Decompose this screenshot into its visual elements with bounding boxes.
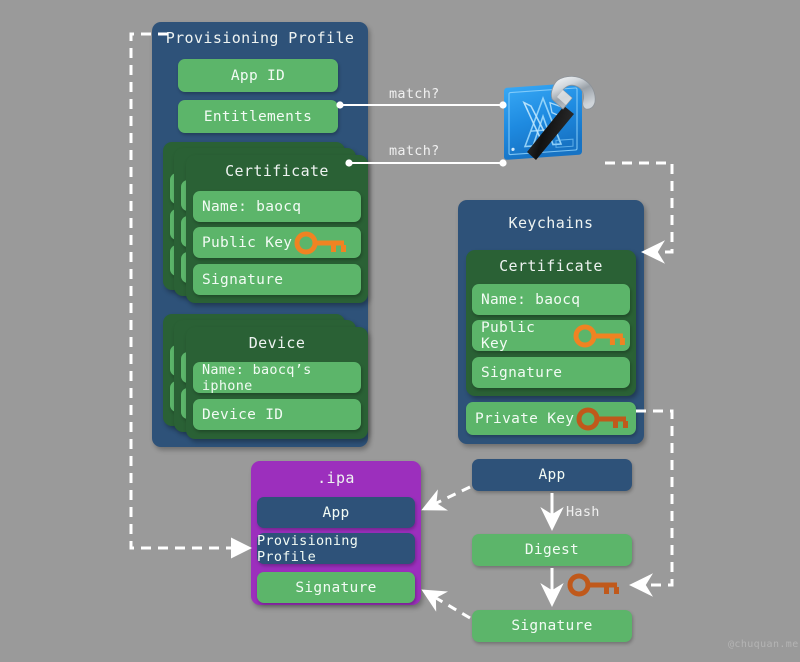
key-icon xyxy=(573,324,626,347)
certificate-title: Certificate xyxy=(225,162,329,180)
key-icon xyxy=(567,573,619,597)
ipa-app-row[interactable]: App xyxy=(257,497,415,528)
keychains-title: Keychains xyxy=(508,214,594,232)
keychains-certificate-title: Certificate xyxy=(499,257,603,275)
key-icon xyxy=(294,231,347,254)
hash-label: Hash xyxy=(566,504,600,520)
private-key-label: Private Key xyxy=(475,410,575,427)
certificate-public-key-row[interactable]: Public Key xyxy=(193,227,361,258)
signing-signature-box[interactable]: Signature xyxy=(472,610,632,642)
certificate-name-label: Name: baocq xyxy=(202,198,302,215)
signing-app-box[interactable]: App xyxy=(472,459,632,491)
keychains-certificate-signature-label: Signature xyxy=(481,364,563,381)
ipa-signature-label: Signature xyxy=(295,579,377,596)
xcode-icon[interactable] xyxy=(500,72,602,164)
provisioning-profile-title: Provisioning Profile xyxy=(165,29,355,47)
keychains-certificate-name-row[interactable]: Name: baocq xyxy=(472,284,630,315)
keychains-certificate-public-key-label: Public Key xyxy=(481,319,536,352)
ipa-provisioning-profile-label: Provisioning Profile xyxy=(257,532,359,565)
signing-app-label: App xyxy=(538,467,566,483)
device-name-label: Name: baocq’s iphone xyxy=(202,361,312,394)
diagram-canvas: Provisioning Profile App ID Entitlements… xyxy=(0,0,800,662)
device-id-label: Device ID xyxy=(202,406,284,423)
ipa-signature-row[interactable]: Signature xyxy=(257,572,415,603)
keychains-certificate-name-label: Name: baocq xyxy=(481,291,581,308)
device-title: Device xyxy=(248,334,306,352)
app-id-label: App ID xyxy=(230,67,286,84)
keychains-certificate-public-key-row[interactable]: Public Key xyxy=(472,319,630,352)
certificate-public-key-label: Public Key xyxy=(202,234,293,251)
app-id-row[interactable]: App ID xyxy=(178,59,338,92)
entitlements-label: Entitlements xyxy=(203,108,313,125)
ipa-provisioning-profile-row[interactable]: Provisioning Profile xyxy=(257,532,415,565)
keychains-certificate-signature-row[interactable]: Signature xyxy=(472,357,630,388)
watermark: @chuquan.me xyxy=(728,639,799,650)
certificate-signature-label: Signature xyxy=(202,271,284,288)
certificate-name-row[interactable]: Name: baocq xyxy=(193,191,361,222)
certificate-signature-row[interactable]: Signature xyxy=(193,264,361,295)
match-label-top: match? xyxy=(389,86,440,102)
private-key-row[interactable]: Private Key xyxy=(466,402,636,435)
device-id-row[interactable]: Device ID xyxy=(193,399,361,430)
ipa-title: .ipa xyxy=(317,469,355,487)
device-name-row[interactable]: Name: baocq’s iphone xyxy=(193,361,361,394)
signing-digest-label: Digest xyxy=(524,542,580,558)
signing-signature-label: Signature xyxy=(511,618,593,634)
match-label-bottom: match? xyxy=(389,143,440,159)
key-icon xyxy=(576,407,629,430)
entitlements-row[interactable]: Entitlements xyxy=(178,100,338,133)
ipa-app-label: App xyxy=(322,504,350,521)
signing-digest-box[interactable]: Digest xyxy=(472,534,632,566)
